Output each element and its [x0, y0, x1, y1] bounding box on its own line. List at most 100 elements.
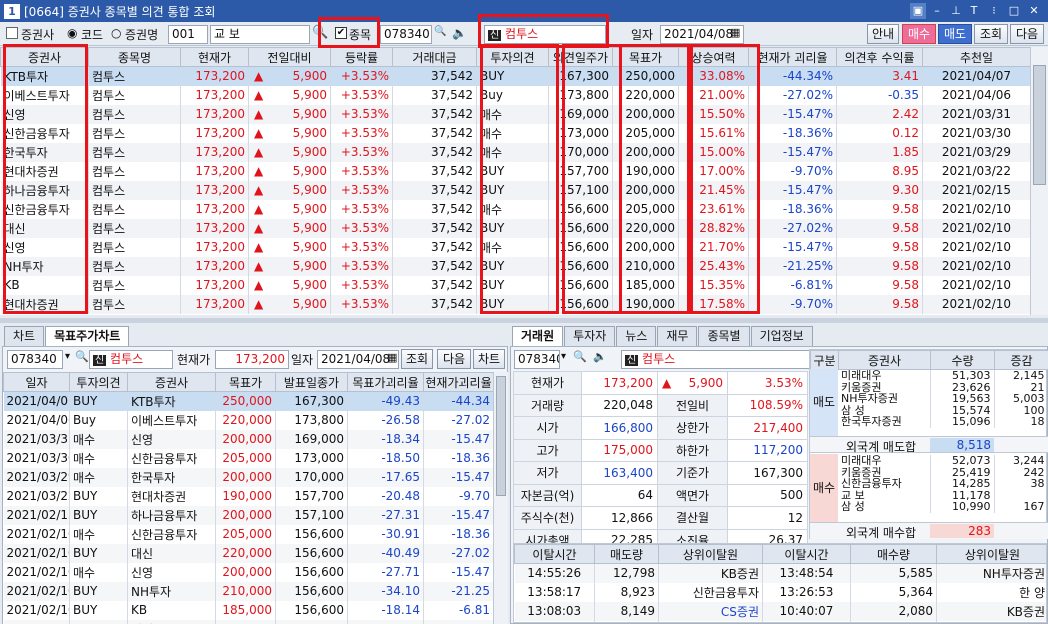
main-scrollbar[interactable] [1030, 47, 1048, 315]
broker-code-input[interactable]: 001 [168, 25, 208, 44]
dropdown-icon[interactable]: ▾ [561, 351, 566, 362]
column-header[interactable]: 목표가 [215, 372, 276, 392]
tab-right-3[interactable]: 재무 [657, 326, 698, 346]
broker-row[interactable]: 미래대우 51,303 2,145 [838, 370, 1048, 382]
menu-icon[interactable]: ⁝ [986, 3, 1002, 19]
radio-name-icon[interactable]: ○ [111, 26, 121, 40]
stock-checkbox[interactable]: ✔ [335, 27, 347, 39]
table-row[interactable]: 2021/04/06 Buy 이베스트투자 220,000 173,800 -26.58-… [3, 410, 493, 430]
broker-row[interactable]: 키움증권 25,419 242 [838, 466, 1048, 478]
column-header[interactable]: 목표가 [612, 47, 679, 67]
query-button[interactable]: 조회 [974, 24, 1008, 44]
broker-row[interactable]: NH투자증권 19,563 5,003 [838, 393, 1048, 405]
speaker-icon[interactable]: 🔈 [452, 26, 467, 40]
column-header[interactable]: 투자의견 [69, 372, 128, 392]
buy-button[interactable]: 매수 [902, 24, 936, 44]
sell-button[interactable]: 매도 [938, 24, 972, 44]
tab-right-1[interactable]: 투자자 [564, 326, 616, 346]
table-row[interactable]: 하나금융투자 컴투스 173,200 ▲ 5,900 +3.53% 37,542 BUY 157… [0, 180, 1030, 200]
table-row[interactable]: 2021/03/30 매수 신한금융투자 205,000 173,000 -18.50 -1… [3, 448, 493, 468]
broker-row[interactable]: 키움증권 23,626 21 [838, 381, 1048, 393]
column-header[interactable]: 의견후 수익률 [836, 47, 923, 67]
column-header[interactable]: 투자의견 [476, 47, 549, 67]
table-row[interactable]: 13:08:03 8,149 CS증권 10:40:07 2,080 KB증권 [514, 601, 1046, 621]
left-scrollbar[interactable] [493, 372, 508, 624]
link-icon[interactable]: ▣ [910, 3, 926, 19]
table-row[interactable]: 현대차증권 컴투스 173,200 ▲ 5,900 +3.53% 37,542 BUY 156,… [0, 294, 1030, 314]
table-row[interactable]: 신영 컴투스 173,200 ▲ 5,900 +3.53% 37,542 매수 156,600 2… [0, 237, 1030, 257]
stock-code-input[interactable]: 078340 [380, 25, 432, 44]
radio-code-icon[interactable]: ◉ [67, 26, 77, 40]
broker-row[interactable]: 미래대우 52,073 3,244 [838, 455, 1048, 467]
guide-button[interactable]: 안내 [867, 24, 899, 44]
left-chart-button[interactable]: 차트 [473, 349, 505, 369]
column-header[interactable]: 상승여력 [678, 47, 749, 67]
tab-left-1[interactable]: 목표주가차트 [45, 326, 130, 346]
table-row[interactable]: 14:55:26 12,798 KB증권 13:48:54 5,585 NH투자증권 [514, 563, 1046, 583]
broker-name-input[interactable]: 교 보 [210, 25, 310, 44]
splitter[interactable] [0, 318, 1048, 323]
broker-row[interactable]: 한국투자증권 15,096 18 [838, 416, 1048, 428]
next-button[interactable]: 다음 [1010, 24, 1044, 44]
pin-icon[interactable]: ⊥ [948, 3, 964, 19]
table-row[interactable]: 2021/03/31 매수 신영 200,000 169,000 -18.34 -15.47 [3, 429, 493, 449]
table-row[interactable]: 2021/03/22 BUY 현대차증권 190,000 157,700 -20.48 -9… [3, 486, 493, 506]
column-header[interactable]: 일자 [3, 372, 70, 392]
table-row[interactable]: KB 컴투스 173,200 ▲ 5,900 +3.53% 37,542 BUY 156,600… [0, 275, 1030, 295]
table-row[interactable]: 이베스트투자 컴투스 173,200 ▲ 5,900 +3.53% 37,542 Buy 173… [0, 85, 1030, 105]
search-icon[interactable]: 🔍 [434, 26, 446, 37]
table-row[interactable]: 신한금융투자 컴투스 173,200 ▲ 5,900 +3.53% 37,542 매수 156,… [0, 199, 1030, 219]
tab-right-5[interactable]: 기업정보 [750, 326, 813, 346]
tab-left-0[interactable]: 차트 [4, 326, 45, 346]
table-row[interactable]: 13:58:17 8,923 신한금융투자 13:26:53 5,364 한 양 [514, 582, 1046, 602]
search-icon[interactable]: 🔍 [573, 350, 587, 363]
table-row[interactable]: KTB투자 컴투스 173,200 ▲ 5,900 +3.53% 37,542 BUY 167,… [0, 66, 1030, 86]
table-row[interactable]: 신영 컴투스 173,200 ▲ 5,900 +3.53% 37,542 매수 169,000 2… [0, 104, 1030, 124]
close-icon[interactable]: ✕ [1026, 3, 1042, 19]
left-next-button[interactable]: 다음 [437, 349, 471, 369]
tab-right-2[interactable]: 뉴스 [616, 326, 657, 346]
table-row[interactable]: 2021/03/29 매수 한국투자 200,000 170,000 -17.65 -15.… [3, 467, 493, 487]
search-icon[interactable]: 🔍 [75, 350, 89, 363]
column-header[interactable]: 의견일주가 [548, 47, 613, 67]
table-row[interactable]: 2021/02/10 매수 신영 200,000 156,600 -27.71 -15.47 [3, 562, 493, 582]
column-header[interactable]: 전일대비 [248, 47, 331, 67]
column-header[interactable]: 현재가괴리율 [423, 372, 493, 392]
table-row[interactable]: 대신 컴투스 173,200 ▲ 5,900 +3.53% 37,542 BUY 156,600… [0, 218, 1030, 238]
left-query-button[interactable]: 조회 [401, 349, 433, 369]
table-row[interactable]: 2021/02/10 매수 신한금융투자 205,000 156,600 -30.91 -1… [3, 524, 493, 544]
broker-row[interactable]: 교 보 11,178 [838, 489, 1048, 501]
column-header[interactable]: 증권사 [0, 47, 89, 67]
table-row[interactable]: 2021/02/10BUY현대차증권190,000156,600-21.33-9… [3, 619, 493, 624]
table-row[interactable]: 2021/04/07 BUY KTB투자 250,000 167,300 -49.43 -4… [3, 391, 493, 411]
table-row[interactable]: 2021/02/10 BUY 대신 220,000 156,600 -40.49 -27.0… [3, 543, 493, 563]
broker-row[interactable]: 신한금융투자 14,285 38 [838, 478, 1048, 490]
search-icon[interactable]: 🔍 [312, 25, 328, 40]
table-row[interactable]: 신한금융투자 컴투스 173,200 ▲ 5,900 +3.53% 37,542 매수 173,… [0, 123, 1030, 143]
broker-row[interactable]: 삼 성 15,574 100 [838, 404, 1048, 416]
tab-right-0[interactable]: 거래원 [512, 326, 564, 346]
left-code-input[interactable]: 078340 [7, 350, 63, 369]
table-row[interactable]: 2021/02/15 BUY 하나금융투자 200,000 157,100 -27.31-… [3, 505, 493, 525]
column-header[interactable]: 증권사 [127, 372, 216, 392]
column-header[interactable]: 발표일종가 [275, 372, 348, 392]
table-row[interactable]: 2021/02/10 BUY KB 185,000 156,600 -18.14 -6.81 [3, 600, 493, 620]
maximize-icon[interactable]: □ [1006, 3, 1022, 19]
column-header[interactable]: 등락률 [330, 47, 393, 67]
tab-right-4[interactable]: 종목별 [698, 326, 750, 346]
broker-checkbox[interactable] [6, 27, 18, 39]
calendar-icon[interactable]: ▦ [730, 26, 740, 39]
speaker-icon[interactable]: 🔈 [593, 350, 607, 363]
minimize-icon[interactable]: – [929, 3, 945, 19]
font-size-icon[interactable]: T [966, 3, 982, 19]
column-header[interactable]: 목표가괴리율 [347, 372, 424, 392]
column-header[interactable]: 현재가 괴리율 [748, 47, 837, 67]
calendar-icon[interactable]: ▦ [387, 351, 397, 364]
column-header[interactable]: 거래대금 [392, 47, 477, 67]
column-header[interactable]: 종목명 [88, 47, 181, 67]
table-row[interactable]: 현대차증권 컴투스 173,200 ▲ 5,900 +3.53% 37,542 BUY 157,… [0, 161, 1030, 181]
table-row[interactable]: 2021/02/10 BUY NH투자 210,000 156,600 -34.10 -21… [3, 581, 493, 601]
right-code-input[interactable]: 078340 [514, 350, 560, 369]
column-header[interactable]: 추천일 [922, 47, 1030, 67]
dropdown-icon[interactable]: ▾ [65, 351, 70, 362]
